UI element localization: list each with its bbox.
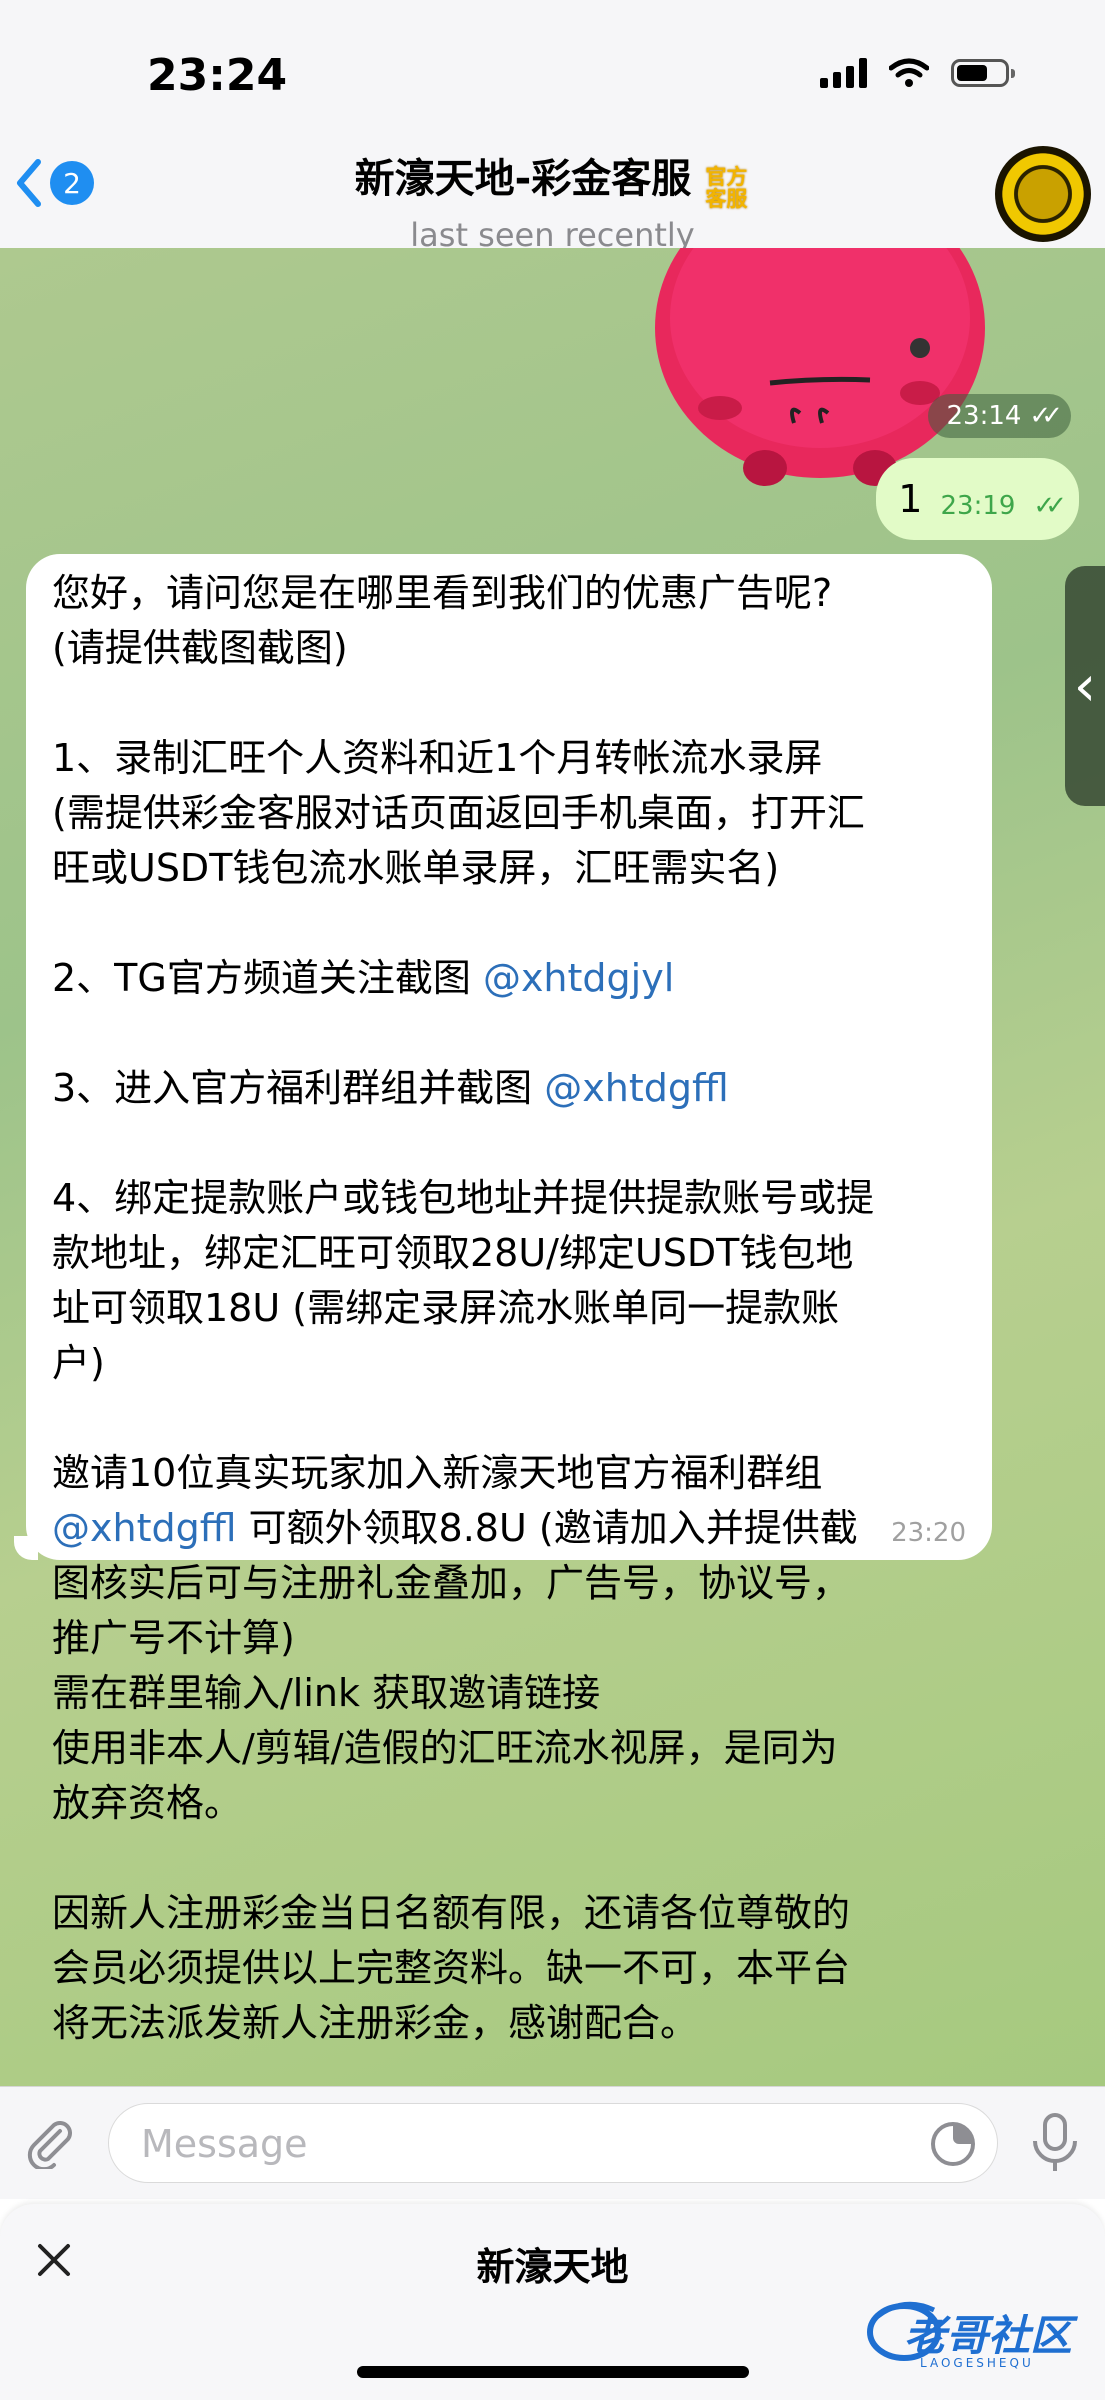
message-input[interactable]: [139, 2118, 923, 2170]
message-line: 款地址，绑定汇旺可领取28U/绑定USDT钱包地: [52, 1231, 854, 1275]
chat-header: 2 新濠天地-彩金客服 官方客服 last seen recently: [0, 140, 1105, 254]
message-line: 图核实后可与注册礼金叠加，广告号，协议号，: [52, 1561, 851, 1605]
message-field[interactable]: [108, 2103, 998, 2183]
official-badge: 官方客服: [705, 164, 748, 211]
message-blank-line: [52, 1831, 962, 1886]
message-line: 推广号不计算): [52, 1616, 295, 1660]
status-bar: 23:24: [0, 0, 1105, 140]
incoming-time: 23:20: [891, 1518, 966, 1548]
message-line: 会员必须提供以上完整资料。缺一不可，本平台: [52, 1946, 851, 1990]
side-panel-handle[interactable]: ‹: [1065, 566, 1105, 806]
channel-mention-link[interactable]: @xhtdgjyl: [483, 956, 674, 1000]
bottom-sheet-title: 新濠天地: [476, 2245, 629, 2289]
bubble-tail: [14, 1536, 38, 1560]
read-ticks-icon: ✓✓: [1033, 491, 1066, 521]
message-blank-line: [52, 676, 962, 731]
message-line: 旺或USDT钱包流水账单录屏，汇旺需实名): [52, 846, 780, 890]
message-line: 使用非本人/剪辑/造假的汇旺流水视屏，是同为: [52, 1726, 838, 1770]
message-line: 放弃资格。: [52, 1781, 243, 1825]
message-blank-line: [52, 1391, 962, 1446]
home-indicator: [357, 2366, 749, 2378]
incoming-message[interactable]: 您好，请问您是在哪里看到我们的优惠广告呢? (请提供截图截图) 1、录制汇旺个人…: [26, 554, 992, 2045]
sticker-timestamp: 23:14 ✓✓: [928, 394, 1071, 438]
message-line-with-mention: 3、进入官方福利群组并截图 @xhtdgffl: [52, 1061, 962, 1116]
outgoing-text: 1: [898, 477, 923, 521]
message-line: 址可领取18U (需绑定录屏流水账单同一提款账: [52, 1286, 840, 1330]
message-line: 您好，请问您是在哪里看到我们的优惠广告呢?: [52, 571, 833, 615]
read-ticks-icon: ✓✓: [1029, 401, 1062, 431]
group-mention-link[interactable]: @xhtdgffl: [544, 1066, 728, 1110]
message-line: 户): [52, 1341, 105, 1385]
avatar[interactable]: [995, 146, 1091, 242]
message-line: 4、绑定提款账户或钱包地址并提供提款账号或提: [52, 1176, 875, 1220]
group-mention-link[interactable]: @xhtdgffl: [52, 1506, 236, 1550]
status-time: 23:24: [147, 50, 288, 101]
watermark-text: 老哥社区: [904, 2311, 1073, 2360]
message-input-bar: [0, 2086, 1105, 2199]
mic-icon[interactable]: [1027, 2111, 1083, 2175]
message-line: 1、录制汇旺个人资料和近1个月转帐流水录屏: [52, 736, 823, 780]
message-line: 需在群里输入/link 获取邀请链接: [52, 1671, 601, 1715]
message-line-text: 可额外领取8.8U (邀请加入并提供截: [248, 1506, 858, 1550]
outgoing-message[interactable]: 1 23:19 ✓✓: [876, 458, 1079, 540]
message-blank-line: [52, 1116, 962, 1171]
message-line-with-mention: @xhtdgffl 可额外领取8.8U (邀请加入并提供截: [52, 1501, 962, 1556]
status-icons: [820, 58, 1015, 88]
message-line-text: 3、进入官方福利群组并截图: [52, 1066, 533, 1110]
message-line-text: 2、TG官方频道关注截图: [52, 956, 471, 1000]
sticker-icon[interactable]: [929, 2120, 977, 2168]
message-line: 将无法派发新人注册彩金，感谢配合。: [52, 2001, 699, 2045]
message-blank-line: [52, 1006, 962, 1061]
attach-icon[interactable]: [24, 2117, 76, 2169]
chat-area[interactable]: 23:14 ✓✓ 1 23:19 ✓✓ 您好，请问您是在哪里看到我们的优惠广告呢…: [0, 248, 1105, 2086]
message-line: 邀请10位真实玩家加入新濠天地官方福利群组: [52, 1451, 823, 1495]
wifi-icon: [889, 58, 929, 87]
chat-title-area[interactable]: 新濠天地-彩金客服 官方客服 last seen recently: [0, 146, 1105, 254]
watermark-subtext: LAOGESHEQU: [920, 2356, 1034, 2370]
sticker-time: 23:14: [946, 401, 1022, 431]
message-line: (请提供截图截图): [52, 626, 348, 670]
battery-icon: [951, 59, 1015, 87]
outgoing-time: 23:19: [940, 491, 1016, 521]
side-panel-chevron-icon: ‹: [1073, 653, 1097, 719]
message-line: 因新人注册彩金当日名额有限，还请各位尊敬的: [52, 1891, 851, 1935]
message-line-with-mention: 2、TG官方频道关注截图 @xhtdgjyl: [52, 951, 962, 1006]
signal-icon: [820, 58, 867, 88]
message-blank-line: [52, 896, 962, 951]
chat-title: 新濠天地-彩金客服: [354, 156, 692, 202]
message-line: (需提供彩金客服对话页面返回手机桌面，打开汇: [52, 791, 865, 835]
